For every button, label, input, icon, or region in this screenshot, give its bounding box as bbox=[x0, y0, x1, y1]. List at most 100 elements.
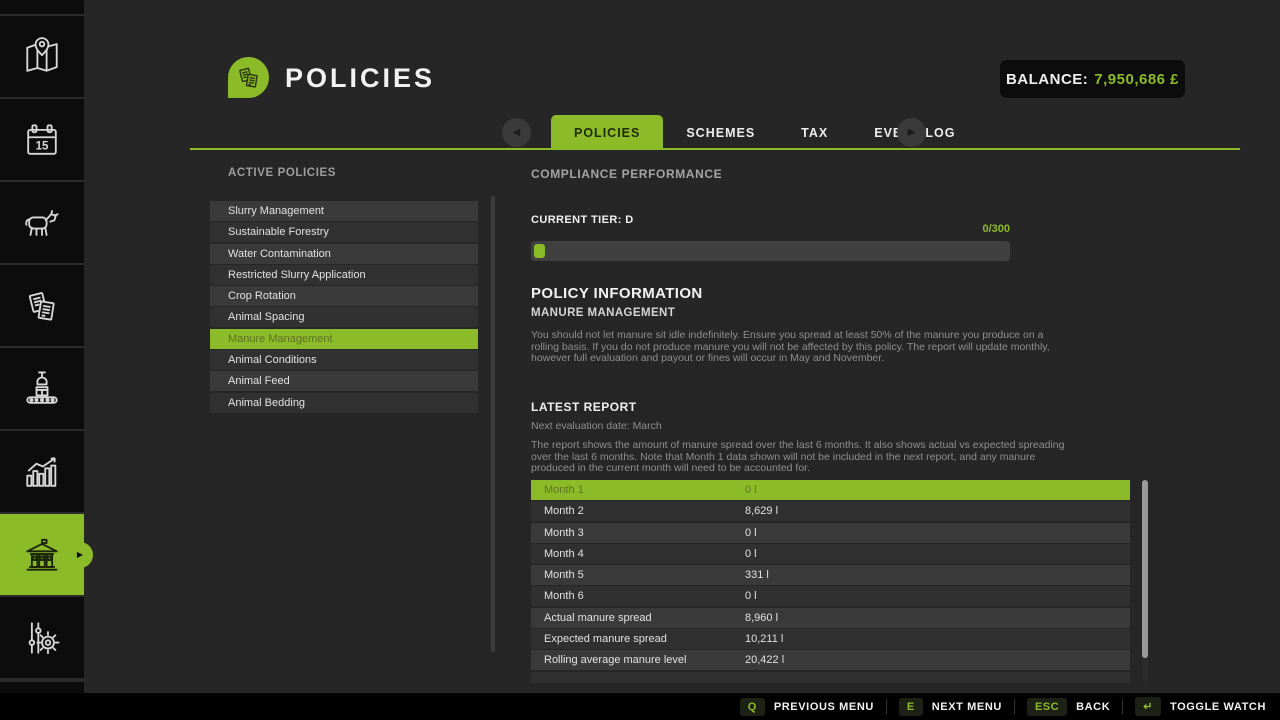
page-title: POLICIES bbox=[285, 63, 435, 94]
report-row[interactable]: Month 6 0 l bbox=[531, 586, 1130, 606]
policy-item[interactable]: Restricted Slurry Application bbox=[210, 265, 478, 285]
report-row-label: Actual manure spread bbox=[531, 612, 745, 624]
compliance-title: COMPLIANCE PERFORMANCE bbox=[531, 167, 722, 181]
policy-item[interactable]: Animal Bedding bbox=[210, 393, 478, 413]
page-icon bbox=[228, 57, 269, 98]
key-q-badge: Q bbox=[740, 698, 765, 716]
sidebar-item-clipped-top[interactable] bbox=[0, 0, 84, 14]
report-table: Month 1 0 l Month 2 8,629 l Month 3 0 l … bbox=[531, 480, 1130, 683]
report-row-value: 0 l bbox=[745, 590, 757, 602]
policy-info-subtitle: MANURE MANAGEMENT bbox=[531, 307, 675, 319]
policy-item-selected[interactable]: Manure Management bbox=[210, 329, 478, 349]
report-row[interactable]: Month 3 0 l bbox=[531, 523, 1130, 543]
tab-next-button[interactable]: ▶ bbox=[897, 118, 926, 147]
policy-list: Slurry Management Sustainable Forestry W… bbox=[210, 201, 478, 414]
report-row-label: Month 4 bbox=[531, 548, 745, 560]
sidebar: 15 bbox=[0, 0, 84, 693]
policies-icon bbox=[234, 63, 264, 93]
policy-item[interactable]: Animal Spacing bbox=[210, 307, 478, 327]
report-row[interactable]: Actual manure spread 8,960 l bbox=[531, 608, 1130, 628]
policy-info-body: You should not let manure sit idle indef… bbox=[531, 330, 1071, 365]
report-row-clipped[interactable] bbox=[531, 672, 1130, 683]
active-tab-bump: ▶ bbox=[67, 542, 93, 568]
sidebar-item-settings[interactable] bbox=[0, 597, 84, 678]
report-row[interactable]: Month 5 331 l bbox=[531, 565, 1130, 585]
sidebar-item-production[interactable] bbox=[0, 348, 84, 429]
policy-item[interactable]: Sustainable Forestry bbox=[210, 222, 478, 242]
compliance-progress-fill bbox=[534, 244, 545, 258]
hint-previous-menu[interactable]: Q PREVIOUS MENU bbox=[740, 698, 874, 716]
report-table-scroll-thumb[interactable] bbox=[1142, 480, 1148, 658]
tab-tax[interactable]: TAX bbox=[778, 115, 851, 150]
hint-next-menu[interactable]: E NEXT MENU bbox=[899, 698, 1002, 716]
report-row-label: Rolling average manure level bbox=[531, 654, 745, 666]
policy-item[interactable]: Animal Feed bbox=[210, 371, 478, 391]
contracts-icon bbox=[19, 283, 65, 329]
svg-text:15: 15 bbox=[36, 140, 49, 152]
tab-policies[interactable]: POLICIES bbox=[551, 115, 663, 150]
policy-item[interactable]: Animal Conditions bbox=[210, 350, 478, 370]
sidebar-item-calendar[interactable]: 15 bbox=[0, 99, 84, 180]
report-row-value: 8,960 l bbox=[745, 612, 778, 624]
active-policies-title: ACTIVE POLICIES bbox=[228, 167, 336, 179]
report-row-label: Month 2 bbox=[531, 505, 745, 517]
hint-back[interactable]: ESC BACK bbox=[1027, 698, 1110, 716]
key-esc-badge: ESC bbox=[1027, 698, 1067, 716]
tab-schemes[interactable]: SCHEMES bbox=[663, 115, 778, 150]
balance-value: 7,950,686 £ bbox=[1094, 71, 1179, 88]
chevron-right-icon: ▶ bbox=[908, 127, 916, 138]
policy-list-scrollbar[interactable] bbox=[491, 196, 495, 652]
footer-hint-bar: Q PREVIOUS MENU E NEXT MENU ESC BACK ↵ T… bbox=[0, 693, 1280, 720]
sidebar-item-contracts[interactable] bbox=[0, 265, 84, 346]
latest-report-body: The report shows the amount of manure sp… bbox=[531, 440, 1071, 475]
report-row-value: 10,211 l bbox=[745, 633, 783, 645]
policies-screen: 15 bbox=[0, 0, 1280, 720]
statistics-icon bbox=[19, 449, 65, 495]
chevron-left-icon: ◀ bbox=[513, 127, 521, 138]
sidebar-item-finances[interactable]: ▶ bbox=[0, 514, 84, 595]
report-row-label: Month 1 bbox=[531, 484, 745, 496]
hint-divider bbox=[1014, 699, 1015, 714]
key-return-icon: ↵ bbox=[1135, 697, 1161, 716]
report-row-value: 8,629 l bbox=[745, 505, 778, 517]
production-icon bbox=[19, 366, 65, 412]
report-row-value: 331 l bbox=[745, 569, 769, 581]
cow-icon bbox=[19, 200, 65, 246]
report-row-value: 20,422 l bbox=[745, 654, 784, 666]
active-pointer-icon: ▶ bbox=[77, 551, 83, 559]
settings-icon bbox=[19, 615, 65, 661]
balance-display: BALANCE: 7,950,686 £ bbox=[1000, 60, 1185, 98]
report-table-scrollbar[interactable] bbox=[1142, 480, 1148, 682]
compliance-progress-count: 0/300 bbox=[531, 223, 1010, 235]
report-row-value: 0 l bbox=[745, 527, 757, 539]
sidebar-item-statistics[interactable] bbox=[0, 431, 84, 512]
report-row[interactable]: Month 2 8,629 l bbox=[531, 501, 1130, 521]
map-icon bbox=[19, 34, 65, 80]
next-evaluation-date: Next evaluation date: March bbox=[531, 420, 662, 432]
tab-prev-button[interactable]: ◀ bbox=[502, 118, 531, 147]
sidebar-item-map[interactable] bbox=[0, 16, 84, 97]
sidebar-item-animals[interactable] bbox=[0, 182, 84, 263]
tab-bar: ◀ POLICIES SCHEMES TAX EVENT LOG ▶ bbox=[84, 115, 1280, 150]
report-row-value: 0 l bbox=[745, 548, 757, 560]
latest-report-title: LATEST REPORT bbox=[531, 400, 637, 414]
hint-divider bbox=[886, 699, 887, 714]
bank-icon bbox=[19, 532, 65, 578]
report-row[interactable]: Month 4 0 l bbox=[531, 544, 1130, 564]
report-row[interactable]: Expected manure spread 10,211 l bbox=[531, 629, 1130, 649]
compliance-progress-bar bbox=[531, 241, 1010, 261]
report-row-label: Month 3 bbox=[531, 527, 745, 539]
report-row-selected[interactable]: Month 1 0 l bbox=[531, 480, 1130, 500]
sidebar-item-clipped-bottom[interactable] bbox=[0, 682, 84, 693]
report-row[interactable]: Rolling average manure level 20,422 l bbox=[531, 650, 1130, 670]
policy-item[interactable]: Slurry Management bbox=[210, 201, 478, 221]
balance-label: BALANCE: bbox=[1006, 71, 1088, 88]
hint-divider bbox=[1122, 699, 1123, 714]
report-row-label: Expected manure spread bbox=[531, 633, 745, 645]
report-row-label: Month 6 bbox=[531, 590, 745, 602]
policy-item[interactable]: Water Contamination bbox=[210, 244, 478, 264]
policy-item[interactable]: Crop Rotation bbox=[210, 286, 478, 306]
report-row-value: 0 l bbox=[745, 484, 757, 496]
key-e-badge: E bbox=[899, 698, 923, 716]
hint-toggle-watch[interactable]: ↵ TOGGLE WATCH bbox=[1135, 697, 1266, 716]
